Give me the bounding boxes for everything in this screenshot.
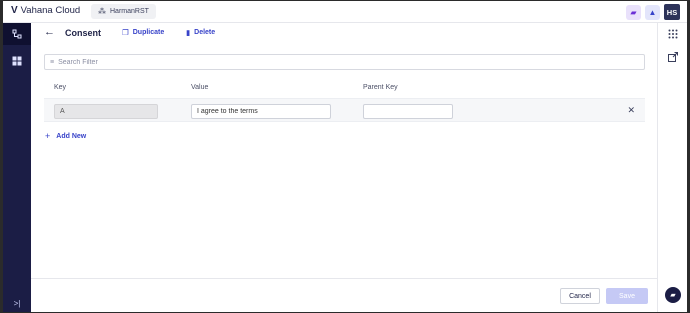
duplicate-button[interactable]: ❐ Duplicate xyxy=(122,28,164,37)
project-label: HarmanRST xyxy=(110,8,149,15)
hierarchy-glyph xyxy=(12,29,22,39)
add-new-button[interactable]: + Add New xyxy=(45,131,86,141)
page-header: ← Consent ❐ Duplicate ▮ Delete xyxy=(31,23,657,45)
export-icon[interactable] xyxy=(658,52,687,65)
export-glyph xyxy=(668,52,678,62)
right-rail: ▰ xyxy=(657,23,687,312)
parent-key-field[interactable] xyxy=(363,104,453,119)
table-row: ✕ xyxy=(44,98,645,122)
column-header-value: Value xyxy=(191,84,209,91)
search-filter[interactable]: ≡ xyxy=(44,54,645,70)
brand-logo[interactable]: V Vahana Cloud xyxy=(11,5,80,16)
hierarchy-icon[interactable] xyxy=(3,23,31,45)
add-new-label: Add New xyxy=(56,132,87,140)
main-content: ← Consent ❐ Duplicate ▮ Delete ≡ Key Val… xyxy=(31,23,657,312)
dashboard-icon[interactable] xyxy=(3,50,31,72)
arrow-left-icon[interactable]: ← xyxy=(44,26,55,38)
key-field[interactable] xyxy=(54,104,158,119)
plus-icon: + xyxy=(45,131,51,141)
delete-label: Delete xyxy=(194,29,216,36)
cancel-button[interactable]: Cancel xyxy=(560,288,600,304)
grid-icon[interactable] xyxy=(658,29,687,42)
search-input[interactable] xyxy=(58,58,619,66)
column-header-key: Key xyxy=(54,84,67,91)
avatar[interactable]: HS xyxy=(664,4,680,20)
save-button[interactable]: Save xyxy=(606,288,648,304)
column-header-parent-key: Parent Key xyxy=(363,84,398,91)
copy-icon: ❐ xyxy=(122,28,129,37)
brand-name: Vahana Cloud xyxy=(20,5,81,16)
expand-rail-icon[interactable]: >| xyxy=(3,299,31,308)
filter-icon: ≡ xyxy=(50,58,55,66)
trash-icon: ▮ xyxy=(186,28,191,37)
top-bar: V Vahana Cloud ⁂ HarmanRST ▰ ▲ HS xyxy=(3,1,687,23)
grid-glyph xyxy=(668,29,678,39)
close-icon[interactable]: ✕ xyxy=(627,105,635,116)
left-nav-rail: >| xyxy=(3,23,31,312)
topbar-actions: ▰ ▲ HS xyxy=(626,4,680,20)
chat-icon[interactable]: ▰ xyxy=(665,287,681,303)
dashboard-glyph xyxy=(12,56,22,66)
value-field[interactable] xyxy=(191,104,331,119)
project-selector[interactable]: ⁂ HarmanRST xyxy=(91,4,156,19)
duplicate-label: Duplicate xyxy=(132,29,165,36)
chat-icon[interactable]: ▰ xyxy=(626,4,641,20)
project-icon: ⁂ xyxy=(98,7,106,16)
footer-bar: Cancel Save xyxy=(31,278,657,312)
app-window: V Vahana Cloud ⁂ HarmanRST ▰ ▲ HS >| ← C… xyxy=(3,1,687,312)
page-title: Consent xyxy=(65,28,101,38)
brand-mark: V xyxy=(11,5,18,16)
delete-button[interactable]: ▮ Delete xyxy=(186,28,215,37)
graduation-cap-icon[interactable]: ▲ xyxy=(645,4,660,20)
